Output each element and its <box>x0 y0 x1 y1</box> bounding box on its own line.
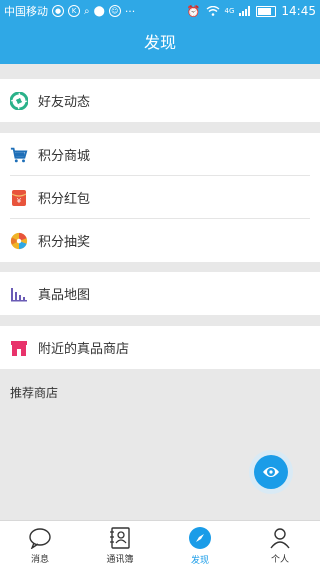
lottery-wheel-icon <box>10 232 28 250</box>
more-notifications-icon: ··· <box>124 4 136 18</box>
scan-icon <box>254 455 288 489</box>
scan-fab-button[interactable] <box>249 450 293 494</box>
search-icon: ⌕ <box>84 5 90 17</box>
page-title: 发现 <box>0 22 320 64</box>
menu-item-authentic-map[interactable]: 真品地图 <box>0 272 320 315</box>
compass-icon <box>189 526 211 549</box>
nearby-store-group: 附近的真品商店 <box>0 326 320 369</box>
status-bar: 中国移动 ● K ⌕ ⬤ ☺ ··· ⏰ 4G 14:45 <box>0 0 320 22</box>
store-icon <box>10 339 28 357</box>
svg-text:¥: ¥ <box>17 197 22 205</box>
app-notification-icon: ● <box>52 5 64 17</box>
friends-group: 好友动态 <box>0 79 320 122</box>
menu-item-label: 好友动态 <box>38 95 91 110</box>
recommended-stores-heading: 推荐商店 <box>10 386 59 400</box>
menu-item-points-mall[interactable]: 积分商城 <box>0 133 320 176</box>
contacts-book-icon <box>110 526 130 549</box>
menu-item-label: 积分商城 <box>38 149 91 164</box>
bottom-tab-bar: 消息 通讯簿 发现 个人 <box>0 520 320 570</box>
aperture-icon <box>10 91 28 110</box>
wifi-icon <box>206 6 219 16</box>
tab-label: 个人 <box>270 554 289 565</box>
menu-item-points-red-envelope[interactable]: ¥ 积分红包 <box>0 176 320 219</box>
tab-contacts[interactable]: 通讯簿 <box>80 521 160 570</box>
location-icon: ⬤ <box>93 5 105 17</box>
menu-item-label: 附近的真品商店 <box>38 342 130 357</box>
person-icon <box>270 527 290 548</box>
menu-item-label: 积分红包 <box>38 192 91 207</box>
menu-item-friends-feed[interactable]: 好友动态 <box>0 79 320 122</box>
red-envelope-icon: ¥ <box>10 189 28 207</box>
signal-icon <box>239 6 251 16</box>
emoji-notification-icon: ☺ <box>108 5 121 17</box>
tab-discover[interactable]: 发现 <box>160 521 240 570</box>
tab-label: 消息 <box>30 554 49 565</box>
network-type-label: 4G <box>224 7 235 15</box>
tab-label: 通讯簿 <box>106 554 134 565</box>
menu-item-label: 真品地图 <box>38 288 91 303</box>
bar-chart-icon <box>10 285 28 303</box>
menu-item-nearby-stores[interactable]: 附近的真品商店 <box>0 326 320 369</box>
battery-icon <box>256 5 277 17</box>
menu-item-label: 积分抽奖 <box>38 235 91 250</box>
k-notification-icon: K <box>68 5 80 17</box>
clock-label: 14:45 <box>281 4 316 18</box>
tab-label: 发现 <box>190 555 209 566</box>
menu-item-points-lottery[interactable]: 积分抽奖 <box>0 219 320 262</box>
carrier-label: 中国移动 <box>4 5 48 18</box>
tab-profile[interactable]: 个人 <box>240 521 320 570</box>
chat-bubble-icon <box>29 527 51 549</box>
cart-icon <box>10 146 28 164</box>
alarm-icon: ⏰ <box>186 4 201 18</box>
tab-messages[interactable]: 消息 <box>0 521 80 570</box>
map-group: 真品地图 <box>0 272 320 315</box>
points-group: 积分商城 ¥ 积分红包 积分抽奖 <box>0 133 320 262</box>
